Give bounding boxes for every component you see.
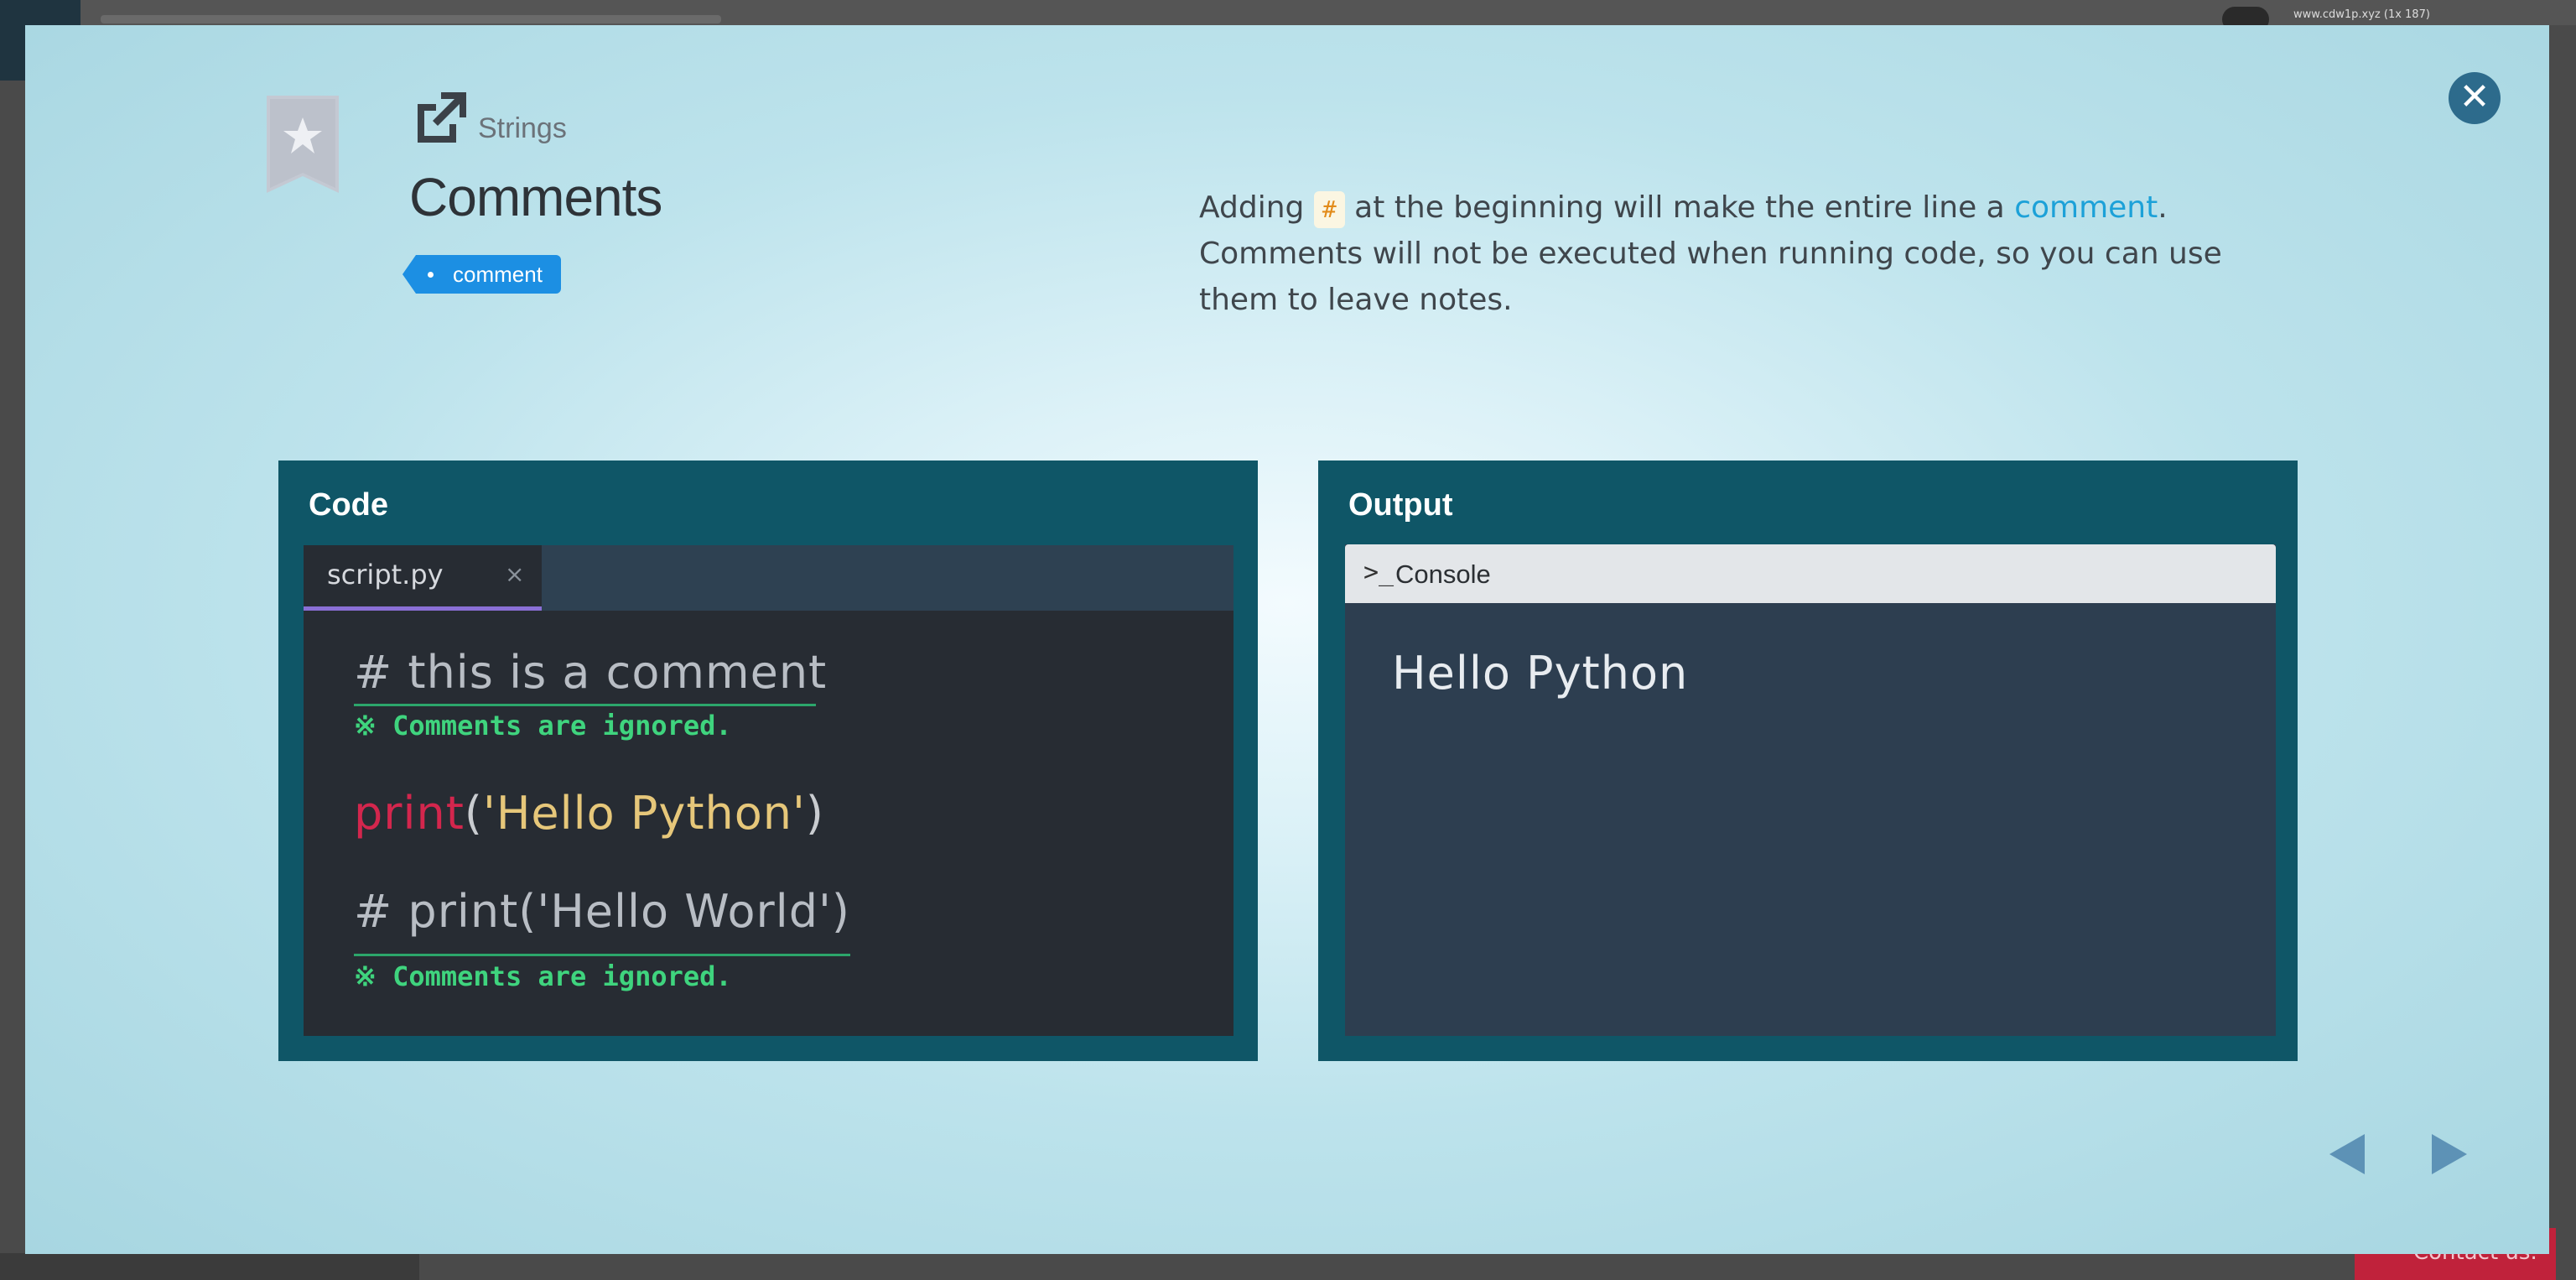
code-line-comment: # this is a comment bbox=[354, 646, 828, 699]
paren: ( bbox=[464, 787, 483, 840]
keyword-print: print bbox=[354, 787, 465, 840]
user-label: www.cdw1p.xyz (1x 187) bbox=[2293, 8, 2430, 21]
comment-underline bbox=[354, 704, 816, 706]
bookmark-icon[interactable] bbox=[267, 96, 339, 193]
note-text: Comments are ignored. bbox=[392, 960, 732, 992]
output-panel: Output >_ Console Hello Python bbox=[1318, 460, 2298, 1061]
background-address-bar bbox=[101, 15, 721, 23]
note-icon: ※ bbox=[354, 960, 377, 992]
comment-note: ※ Comments are ignored. bbox=[354, 710, 732, 741]
previous-arrow-icon[interactable] bbox=[2329, 1134, 2365, 1174]
paren: ) bbox=[805, 787, 824, 840]
comment-link[interactable]: comment bbox=[2014, 190, 2158, 225]
description-text: Adding bbox=[1199, 190, 1305, 225]
description-text: at the beginning will make the entire li… bbox=[1354, 190, 2005, 225]
lesson-modal: ✕ Strings Comments comment Adding # at t… bbox=[25, 25, 2549, 1254]
console-header: >_ Console bbox=[1345, 544, 2276, 603]
lesson-category: Strings bbox=[478, 112, 567, 144]
next-arrow-icon[interactable] bbox=[2432, 1134, 2467, 1174]
code-editor[interactable]: script.py × # this is a comment ※ Commen… bbox=[304, 545, 1233, 1036]
console-output: Hello Python bbox=[1392, 647, 1689, 700]
comment-note: ※ Comments are ignored. bbox=[354, 960, 732, 992]
external-link-icon[interactable] bbox=[411, 89, 470, 144]
comment-underline bbox=[354, 954, 850, 956]
console-label: Console bbox=[1395, 559, 1491, 589]
output-panel-title: Output bbox=[1348, 487, 1453, 523]
code-panel: Code script.py × # this is a comment ※ C… bbox=[278, 460, 1258, 1061]
note-text: Comments are ignored. bbox=[392, 710, 732, 741]
close-tab-icon[interactable]: × bbox=[505, 560, 524, 588]
tag-dot-icon bbox=[428, 272, 434, 278]
note-icon: ※ bbox=[354, 710, 377, 741]
close-button[interactable]: ✕ bbox=[2449, 72, 2501, 124]
code-line-print: print('Hello Python') bbox=[354, 787, 824, 840]
inline-code: # bbox=[1313, 191, 1345, 228]
page-title: Comments bbox=[409, 167, 662, 227]
lesson-description: Adding # at the beginning will make the … bbox=[1199, 185, 2239, 323]
code-panel-title: Code bbox=[309, 487, 388, 523]
tab-script-py[interactable]: script.py × bbox=[304, 545, 542, 611]
string-literal: 'Hello Python' bbox=[482, 787, 806, 840]
tag-badge[interactable]: comment bbox=[402, 255, 561, 294]
console[interactable]: >_ Console Hello Python bbox=[1345, 544, 2276, 1036]
close-icon: ✕ bbox=[2459, 75, 2490, 118]
editor-tabbar: script.py × bbox=[304, 545, 1233, 611]
tag-label: comment bbox=[453, 262, 543, 287]
tab-label: script.py bbox=[327, 559, 444, 591]
terminal-icon: >_ bbox=[1363, 558, 1394, 587]
code-line-commented-print: # print('Hello World') bbox=[354, 885, 850, 938]
horizontal-scrollbar[interactable] bbox=[0, 1253, 419, 1280]
